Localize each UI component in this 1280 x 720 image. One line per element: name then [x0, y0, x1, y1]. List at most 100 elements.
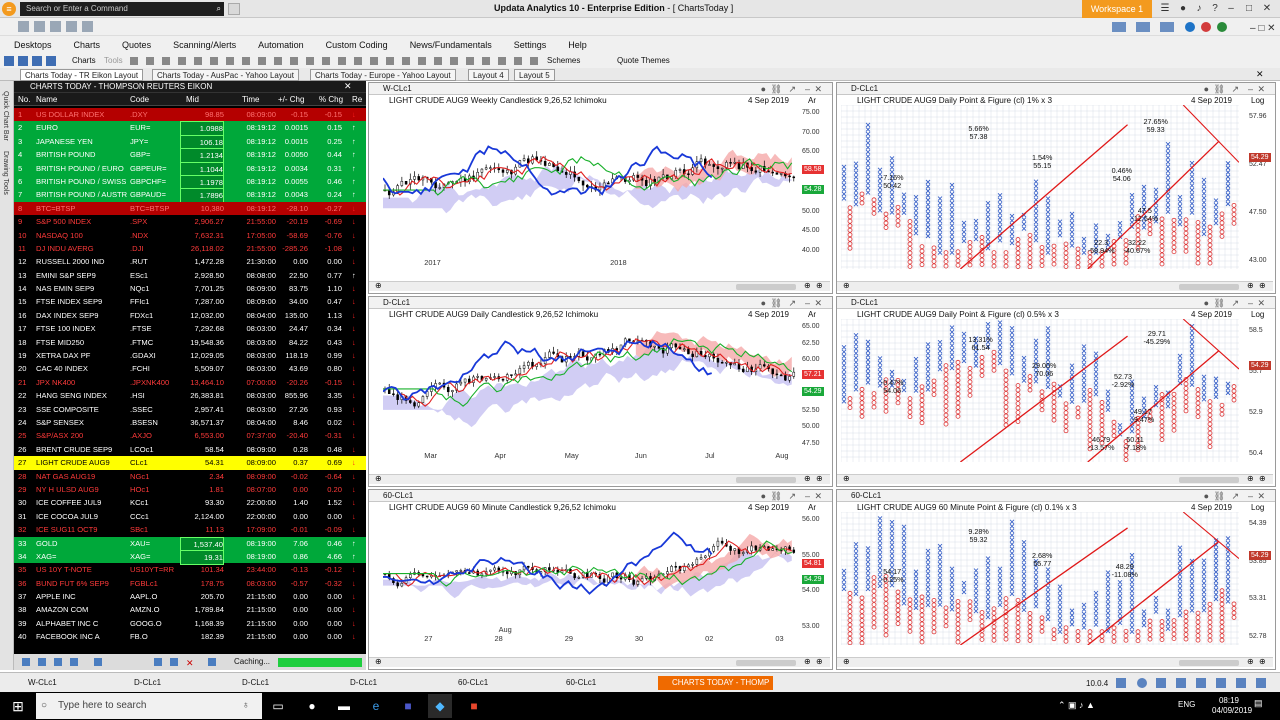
refresh-icon[interactable]: ● [761, 297, 766, 309]
language-indicator[interactable]: ENG [1178, 700, 1195, 709]
menu-news-fundamentals[interactable]: News/Fundamentals [410, 36, 492, 54]
chart-scroll-thumb[interactable] [736, 477, 796, 483]
quote-row[interactable]: 3 JAPANESE YEN JPY= 106.18 08:19:12 0.0015 0.2… [14, 134, 366, 151]
layout-tab-5[interactable]: Layout 5 [514, 69, 555, 81]
quote-row[interactable]: 37 APPLE INC AAPL.O 205.70 21:15:00 0.00 0.00 ↓ [14, 590, 366, 603]
quote-row[interactable]: 26 BRENT CRUDE SEP9 LCOc1 58.54 08:09:00 0.28… [14, 443, 366, 456]
quote-row[interactable]: 9 S&P 500 INDEX .SPX 2,906.27 21:55:00 -20.19… [14, 215, 366, 228]
close-layout-icon[interactable]: ✕ [1256, 69, 1264, 80]
camtasia-icon[interactable]: ■ [462, 694, 486, 718]
zoom-fit-icon[interactable]: ⊕ [1259, 474, 1266, 483]
quote-row[interactable]: 12 RUSSELL 2000 IND .RUT 1,472.28 21:30:00 0.… [14, 255, 366, 268]
zoom-in-icon[interactable]: ⊕ [1247, 281, 1254, 290]
taskbar-clock[interactable]: 08:19 04/09/2019 [1212, 696, 1252, 716]
open-icon[interactable]: ↗ [788, 490, 796, 502]
open-icon[interactable]: ↗ [788, 297, 796, 309]
axis-mode-label[interactable]: Ar [808, 96, 816, 105]
search-icon[interactable]: ⌕ [217, 2, 221, 16]
open-icon[interactable]: ↗ [1231, 297, 1239, 309]
col-no[interactable]: No. [18, 93, 30, 106]
quote-row[interactable]: 40 FACEBOOK INC A FB.O 182.39 21:15:00 0.00 0.… [14, 630, 366, 643]
zoom-fit-icon[interactable]: ⊕ [1259, 281, 1266, 290]
chart-window-weekly-candlestick[interactable]: W-CLc1 ● ⛓ ↗ – ✕ LIGHT CRUDE AUG9 Weekly Candl… [368, 82, 833, 294]
link-icon[interactable]: ⛓ [1214, 490, 1225, 502]
quote-themes-button[interactable]: Quote Themes [617, 56, 670, 65]
chart-scrollbar[interactable]: ⊕ ⊕ ⊕ [837, 657, 1273, 667]
col-time[interactable]: Time [242, 93, 259, 106]
window-tab-d-clc1-1[interactable]: D-CLc1 [120, 676, 161, 690]
taskbar-search-input[interactable]: ○ Type here to search ♁ [36, 693, 262, 719]
zoom-fit-icon[interactable]: ⊕ [1259, 657, 1266, 666]
menu-quotes[interactable]: Quotes [122, 36, 151, 54]
quote-row[interactable]: 23 SSE COMPOSITE .SSEC 2,957.41 08:03:00 27.2… [14, 403, 366, 416]
chart-window-60min-pf[interactable]: 60-CLc1 ● ⛓ ↗ – ✕ LIGHT CRUDE AUG9 60 Minute P… [836, 489, 1276, 670]
steam-icon[interactable]: ● [300, 694, 324, 718]
menu-icon[interactable]: ☰ [1158, 2, 1172, 16]
refresh-icon[interactable]: ● [1204, 83, 1209, 95]
chart-window-60min-candlestick[interactable]: 60-CLc1 ● ⛓ ↗ – ✕ LIGHT CRUDE AUG9 60 Minute C… [368, 489, 833, 670]
zoom-out-icon[interactable]: ⊕ [843, 474, 850, 483]
close-icon[interactable]: ✕ [814, 297, 822, 309]
col-mid[interactable]: Mid [186, 93, 199, 106]
quote-row[interactable]: 27 LIGHT CRUDE AUG9 CLc1 54.31 08:09:00 0.37 0… [14, 456, 366, 470]
windows-start-icon[interactable]: ⊞ [10, 698, 26, 714]
task-view-icon[interactable]: ▭ [266, 694, 290, 718]
chart-window-daily-pf-1pct[interactable]: D-CLc1 ● ⛓ ↗ – ✕ LIGHT CRUDE AUG9 Daily Point … [836, 82, 1276, 294]
close-icon[interactable]: ✕ [1257, 297, 1265, 309]
zoom-in-icon[interactable]: ⊕ [1247, 474, 1254, 483]
chart-scrollbar[interactable]: ⊕ ⊕ ⊕ [369, 281, 830, 291]
zoom-out-icon[interactable]: ⊕ [843, 657, 850, 666]
file-explorer-icon[interactable]: ▬ [332, 694, 356, 718]
quote-row[interactable]: 10 NASDAQ 100 .NDX 7,632.31 17:05:00 -58.69 -0… [14, 229, 366, 242]
quote-row[interactable]: 7 BRITISH POUND / AUSTR GBPAUD= 1.7896 08:19… [14, 188, 366, 204]
menu-charts[interactable]: Charts [74, 36, 101, 54]
minimize-icon[interactable]: – [805, 83, 810, 95]
chart-scrollbar[interactable]: ⊕ ⊕ ⊕ [837, 474, 1273, 484]
window-tab-d-clc1-3[interactable]: D-CLc1 [336, 676, 377, 690]
open-icon[interactable]: ↗ [788, 83, 796, 95]
col-pct[interactable]: % Chg [319, 93, 343, 106]
zoom-fit-icon[interactable]: ⊕ [816, 657, 823, 666]
zoom-fit-icon[interactable]: ⊕ [816, 474, 823, 483]
minimize-icon[interactable]: – [1248, 83, 1253, 95]
zoom-in-icon[interactable]: ⊕ [1247, 657, 1254, 666]
quote-row[interactable]: 25 S&P/ASX 200 .AXJO 6,553.00 07:37:00 -20.40… [14, 429, 366, 442]
axis-mode-label[interactable]: Log [1251, 310, 1264, 319]
quote-row[interactable]: 32 ICE SUG11 OCT9 SBc1 11.13 17:09:00 -0.01 -0… [14, 523, 366, 536]
zoom-fit-icon[interactable]: ⊕ [816, 281, 823, 290]
col-chg[interactable]: +/- Chg [278, 93, 304, 106]
quote-row[interactable]: 16 DAX INDEX SEP9 FDXc1 12,032.00 08:04:00 13… [14, 309, 366, 322]
updata-taskbar-icon[interactable]: ◆ [428, 694, 452, 718]
chart-scroll-thumb[interactable] [1179, 660, 1239, 666]
zoom-in-icon[interactable]: ⊕ [804, 281, 811, 290]
refresh-icon[interactable]: ● [761, 83, 766, 95]
close-icon[interactable]: ✕ [1257, 490, 1265, 502]
close-icon[interactable]: ✕ [814, 83, 822, 95]
quote-row[interactable]: 2 EURO EUR= 1.0988 08:19:12 0.0015 0.15 ↑ [14, 121, 366, 137]
quote-row[interactable]: 6 BRITISH POUND / SWISS GBPCHF= 1.1978 08:19… [14, 174, 366, 191]
microphone-icon[interactable]: ♁ [242, 693, 250, 719]
link-icon[interactable]: ⛓ [771, 297, 782, 309]
quote-row[interactable]: 28 NAT GAS AUG19 NGc1 2.34 08:09:00 -0.02 -0.6… [14, 470, 366, 483]
window-tab-60-clc1-2[interactable]: 60-CLc1 [552, 676, 596, 690]
quote-row[interactable]: 15 FTSE INDEX SEP9 FFIc1 7,287.00 08:09:00 34… [14, 295, 366, 308]
quote-row[interactable]: 14 NAS EMIN SEP9 NQc1 7,701.25 08:09:00 83.75… [14, 282, 366, 295]
quote-row[interactable]: 17 FTSE 100 INDEX .FTSE 7,292.68 08:03:00 24.… [14, 322, 366, 335]
minimize-icon[interactable]: – [805, 490, 810, 502]
quote-row[interactable]: 29 NY H ULSD AUG9 HOc1 1.81 08:07:00 0.00 0.20… [14, 483, 366, 496]
bell-icon[interactable]: ♪ [1192, 2, 1206, 16]
chart-scrollbar[interactable]: ⊕ ⊕ ⊕ [369, 474, 830, 484]
link-icon[interactable]: ⛓ [1214, 297, 1225, 309]
teams-icon[interactable]: ■ [396, 694, 420, 718]
quote-row[interactable]: 35 US 10Y T-NOTE US10YT=RR 101.34 23:44:00 -0… [14, 563, 366, 576]
link-icon[interactable]: ⛓ [1214, 83, 1225, 95]
chart-window-titlebar[interactable]: 60-CLc1 ● ⛓ ↗ – ✕ [837, 490, 1275, 502]
menu-desktops[interactable]: Desktops [14, 36, 52, 54]
col-re[interactable]: Re [352, 93, 362, 106]
edge-icon[interactable]: e [364, 694, 388, 718]
schemes-button[interactable]: Schemes [547, 56, 580, 65]
chart-window-titlebar[interactable]: D-CLc1 ● ⛓ ↗ – ✕ [369, 297, 832, 309]
quote-row[interactable]: 1 US DOLLAR INDEX .DXY 98.85 08:09:00 -0.15 -0… [14, 108, 366, 122]
minimize-button[interactable]: – [1224, 2, 1238, 16]
quote-row[interactable]: 31 ICE COCOA JUL9 CCc1 2,124.00 22:00:00 0.00… [14, 510, 366, 523]
